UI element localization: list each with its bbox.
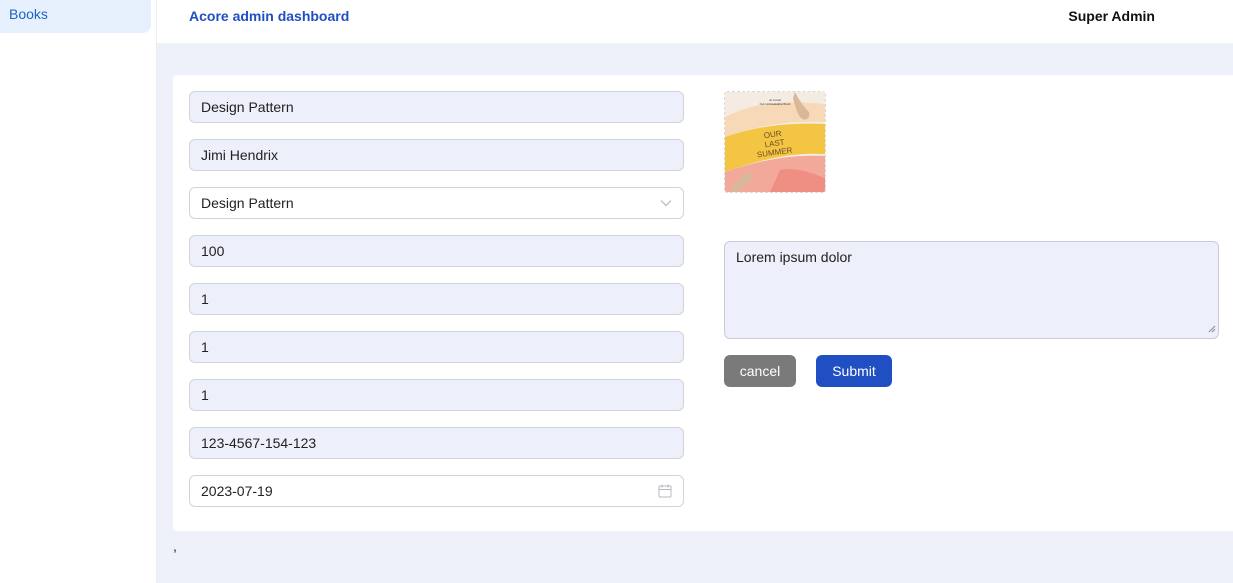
chevron-down-icon [660,199,672,207]
isbn-input-value: 123-4567-154-123 [201,435,317,451]
sidebar: Books [0,0,157,583]
date-picker[interactable]: 2023-07-19 [189,475,684,507]
title-input-value: Design Pattern [201,99,294,115]
author-input-value: Jimi Hendrix [201,147,279,163]
book-cover-image[interactable]: Jo Lioreli Our Unbreakable Bond OUR LAST… [724,91,826,193]
isbn-input[interactable]: 123-4567-154-123 [189,427,684,459]
sidebar-item-books[interactable]: Books [0,0,151,33]
category-select-value: Design Pattern [201,195,294,211]
category-select[interactable]: Design Pattern [189,187,684,219]
author-input[interactable]: Jimi Hendrix [189,139,684,171]
cover-subtitle-text: Our Unbreakable Bond [760,102,791,106]
number-input-1-value: 1 [201,291,209,307]
resize-handle-icon[interactable] [1208,320,1216,336]
submit-button[interactable]: Submit [816,355,892,387]
description-value: Lorem ipsum dolor [736,249,852,265]
app-title[interactable]: Acore admin dashboard [189,8,349,24]
calendar-icon [658,484,672,498]
description-textarea[interactable]: Lorem ipsum dolor [724,241,1219,339]
user-name[interactable]: Super Admin [1068,8,1155,24]
number-input-2[interactable]: 1 [189,331,684,363]
number-input-2-value: 1 [201,339,209,355]
sidebar-item-label: Books [9,6,48,22]
number-input-1[interactable]: 1 [189,283,684,315]
stray-text: , [173,538,177,554]
price-input-value: 100 [201,243,225,259]
cancel-button[interactable]: cancel [724,355,796,387]
number-input-3-value: 1 [201,387,209,403]
title-input[interactable]: Design Pattern [189,91,684,123]
book-form-card: Design Pattern Jimi Hendrix Design Patte… [173,75,1233,531]
header: Acore admin dashboard Super Admin [157,0,1233,43]
number-input-3[interactable]: 1 [189,379,684,411]
price-input[interactable]: 100 [189,235,684,267]
date-picker-value: 2023-07-19 [201,483,273,499]
main-content: Design Pattern Jimi Hendrix Design Patte… [157,43,1233,583]
